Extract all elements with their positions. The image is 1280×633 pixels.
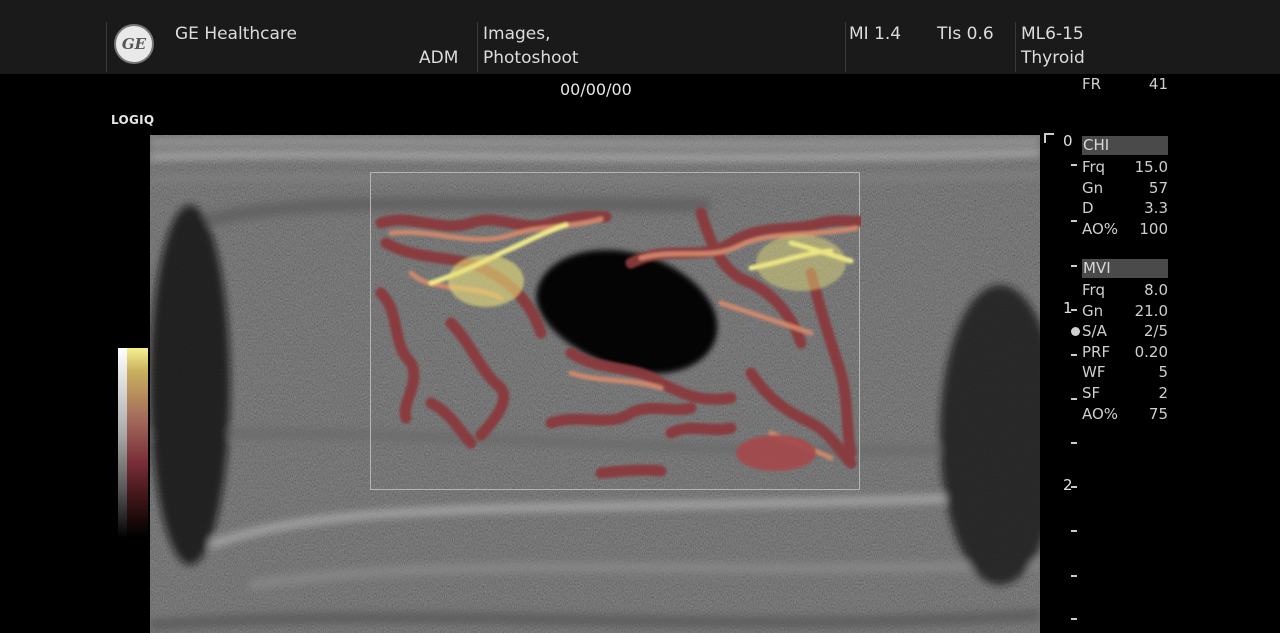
mvi-sf-value: 2 [1158,383,1168,402]
chi-depth-value: 3.3 [1144,199,1168,218]
ge-logo-icon: GE [114,24,154,64]
mvi-wf-value: 5 [1158,363,1168,382]
header-divider [477,22,478,72]
mvi-prf-label: PRF [1082,342,1111,361]
chi-depth-label: D [1082,199,1094,218]
mvi-title: MVI [1082,259,1168,278]
header-divider [1015,22,1016,72]
color-roi-box[interactable] [370,172,861,490]
depth-tick [1071,442,1077,444]
mechanical-index: MI 1.4 [849,24,902,44]
chi-panel: CHI Frq 15.0 Gn 57 D 3.3 AO% 100 [1082,136,1168,239]
depth-tick [1071,530,1077,532]
ultrasound-image[interactable] [150,135,1040,633]
mvi-panel: MVI Frq 8.0 Gn 21.0 S/A 2/5 PRF 0.20 WF 5 SF 2… [1082,259,1168,424]
category-line1: Images, [483,24,551,44]
operator-id: ADM [419,48,459,68]
mvi-ao-value: 75 [1148,404,1168,423]
device-brand: LOGIQ [111,113,155,127]
mvi-sf-label: SF [1082,383,1101,402]
category-line2: Photoshoot [483,48,579,68]
frame-rate-label: FR [1082,75,1102,93]
depth-label-0: 0 [1063,132,1073,150]
mvi-gain-value: 21.0 [1134,301,1168,320]
thermal-index: TIs 0.6 [937,24,994,44]
grayscale-bar [118,348,127,538]
chi-freq-label: Frq [1082,158,1105,176]
focus-marker-icon [1071,327,1080,336]
depth-tick [1071,354,1077,356]
chi-gain-value: 57 [1148,178,1168,197]
depth-label-2: 2 [1063,476,1073,494]
chi-freq-value: 15.0 [1134,158,1168,176]
mvi-ao-label: AO% [1082,404,1119,423]
depth-tick [1071,618,1077,620]
chi-gain-label: Gn [1082,178,1104,197]
mvi-gain-label: Gn [1082,301,1104,320]
probe-name: ML6-15 [1021,24,1084,44]
header-divider [845,22,846,72]
mvi-sa-value: 2/5 [1143,322,1168,341]
brand-name: GE Healthcare [175,24,297,44]
depth-tick [1071,164,1077,166]
chi-ao-value: 100 [1139,219,1168,238]
depth-label-1: 1 [1063,299,1073,317]
preset-name: Thyroid [1021,48,1085,68]
depth-tick [1071,265,1077,267]
header-divider [106,22,107,72]
mvi-wf-label: WF [1082,363,1106,382]
frame-rate: FR 41 [1082,74,1168,95]
flow-map [375,207,861,479]
focus-bracket-icon [1044,133,1054,143]
exam-date: 00/00/00 [560,80,632,99]
depth-tick [1071,309,1077,311]
mvi-sa-label: S/A [1082,322,1107,341]
header-bar: GE GE Healthcare ADM Images, Photoshoot … [0,0,1280,74]
chi-ao-label: AO% [1082,219,1119,238]
depth-tick [1071,486,1077,488]
depth-tick [1071,220,1077,222]
chi-title: CHI [1082,136,1168,155]
frame-rate-value: 41 [1148,75,1168,93]
depth-tick [1071,398,1077,400]
mvi-freq-label: Frq [1082,281,1105,299]
mvi-prf-value: 0.20 [1134,342,1168,361]
mvi-freq-value: 8.0 [1144,281,1168,299]
depth-tick [1071,575,1077,577]
